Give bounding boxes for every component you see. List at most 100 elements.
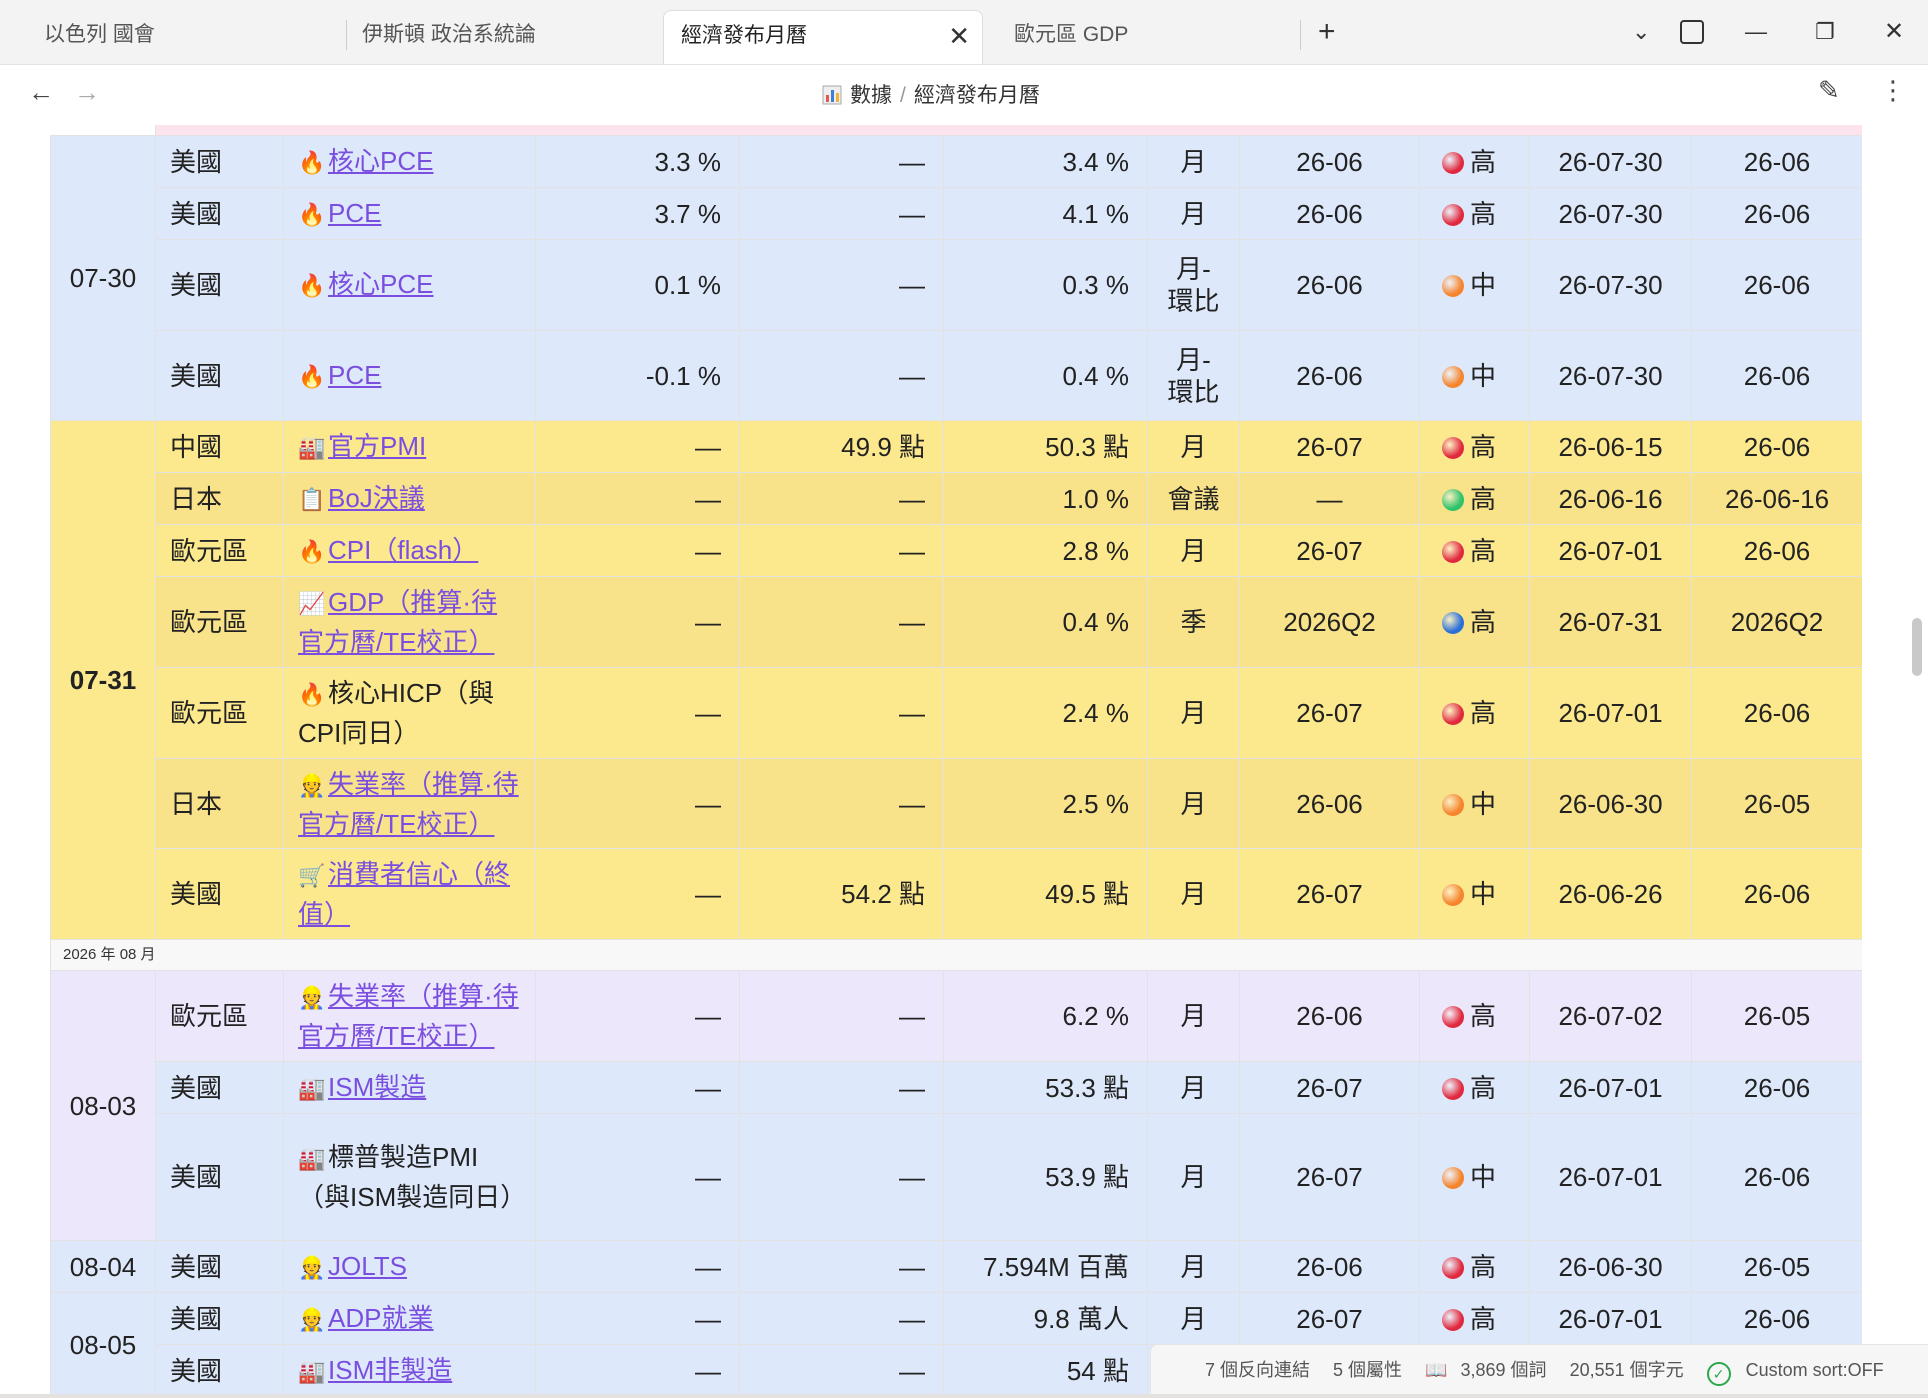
indicator-icon: 👷 [298, 1254, 326, 1280]
close-tab-icon[interactable]: ✕ [948, 11, 970, 61]
forecast-cell: — [739, 1240, 944, 1293]
actual-cell: — [535, 848, 740, 940]
tab-label: 歐元區 GDP [1014, 23, 1129, 46]
impact-dot-icon [1442, 884, 1464, 906]
period-cell: — [1239, 472, 1420, 525]
indicator-cell: 🏭官方PMI [283, 420, 536, 473]
indicator-icon: 🛒 [298, 863, 326, 888]
more-options-icon[interactable]: ⋮ [1880, 75, 1906, 106]
indicator-link[interactable]: 核心PCE [328, 269, 433, 299]
indicator-link[interactable]: 失業率（推算·待官方曆/TE校正） [298, 981, 519, 1051]
nav-bar: ← → 數據 / 經濟發布月曆 ✎ ⋮ [0, 65, 1928, 125]
book-icon[interactable]: 📖 [1425, 1360, 1447, 1380]
sidebar-toggle-icon[interactable] [1680, 20, 1704, 44]
indicator-link[interactable]: 消費者信心（終值） [298, 859, 510, 929]
impact-label: 中 [1470, 788, 1497, 819]
breadcrumb: 數據 / 經濟發布月曆 [822, 79, 1040, 109]
indicator-link[interactable]: ADP就業 [328, 1303, 433, 1333]
tab-easton[interactable]: 伊斯頓 政治系統論 [330, 10, 660, 64]
indicator-cell: 📋BoJ決議 [283, 472, 536, 525]
tab-label: 經濟發布月曆 [681, 24, 807, 47]
indicator-link[interactable]: BoJ決議 [328, 483, 425, 513]
impact-cell: 高 [1419, 472, 1530, 525]
indicator-icon: 🔥 [298, 538, 326, 564]
previous-cell: 53.3 點 [943, 1061, 1148, 1114]
back-arrow-icon[interactable]: ← [28, 77, 54, 108]
next-release-cell: 26-07-30 [1529, 187, 1692, 240]
period-cell: 26-06 [1239, 1240, 1420, 1293]
breadcrumb-folder[interactable]: 數據 [850, 84, 892, 107]
impact-cell: 中 [1419, 330, 1530, 421]
previous-cell: 53.9 點 [943, 1113, 1148, 1241]
tab-econ-calendar[interactable]: 經濟發布月曆 ✕ [663, 10, 983, 64]
forecast-cell: 49.9 點 [739, 420, 944, 473]
reference-period-cell: 2026Q2 [1691, 576, 1862, 668]
period-cell: 26-07 [1239, 1292, 1420, 1345]
edit-pencil-icon[interactable]: ✎ [1818, 75, 1840, 106]
breadcrumb-page[interactable]: 經濟發布月曆 [914, 84, 1040, 107]
indicator-link[interactable]: PCE [328, 198, 381, 228]
next-release-cell: 26-07-30 [1529, 239, 1692, 331]
new-tab-button[interactable]: + [1318, 12, 1336, 52]
indicator-icon: 🏭 [298, 1146, 326, 1171]
minimize-button[interactable]: — [1745, 12, 1767, 52]
indicator-link[interactable]: GDP（推算·待官方曆/TE校正） [298, 587, 497, 657]
actual-cell: 3.3 % [535, 135, 740, 188]
close-window-button[interactable]: ✕ [1884, 12, 1904, 52]
tab-israel-knesset[interactable]: 以色列 國會 [12, 10, 342, 64]
reference-period-cell: 26-06 [1691, 135, 1862, 188]
actual-cell: — [535, 420, 740, 473]
forecast-cell: — [739, 758, 944, 849]
window-bottom-edge [0, 1394, 1928, 1398]
reference-period-cell: 26-06 [1691, 1113, 1862, 1241]
indicator-link[interactable]: PCE [328, 360, 381, 390]
properties-count[interactable]: 5 個屬性 [1333, 1360, 1402, 1380]
indicator-cell: 🔥核心PCE [283, 239, 536, 331]
backlinks-count[interactable]: 7 個反向連結 [1205, 1360, 1310, 1380]
impact-dot-icon [1442, 1006, 1464, 1028]
actual-cell: — [535, 1344, 740, 1397]
frequency-cell: 月-環比 [1147, 330, 1240, 421]
indicator-cell: 🔥PCE [283, 330, 536, 421]
custom-sort-status[interactable]: Custom sort:OFF [1746, 1360, 1884, 1380]
frequency-cell: 會議 [1147, 472, 1240, 525]
next-release-cell: 26-07-01 [1529, 1292, 1692, 1345]
actual-cell: — [535, 667, 740, 759]
period-cell: 26-07 [1239, 1061, 1420, 1114]
indicator-cell: 🔥PCE [283, 187, 536, 240]
period-cell: 26-07 [1239, 667, 1420, 759]
country-cell: 歐元區 [155, 576, 284, 668]
impact-cell: 高 [1419, 1240, 1530, 1293]
frequency-cell: 月 [1147, 1240, 1240, 1293]
indicator-link[interactable]: 核心PCE [328, 146, 433, 176]
tab-list-dropdown-icon[interactable]: ⌄ [1632, 12, 1650, 52]
indicator-link[interactable]: 官方PMI [328, 431, 426, 461]
indicator-link[interactable]: 失業率（推算·待官方曆/TE校正） [298, 769, 519, 839]
table-row: 美國 🏭標普製造PMI（與ISM製造同日） — —53.9 點月 26-07 中 26-07… [51, 1113, 1862, 1241]
forecast-cell: — [739, 667, 944, 759]
reference-period-cell: 26-06 [1691, 420, 1862, 473]
period-cell: 26-06 [1239, 187, 1420, 240]
indicator-link[interactable]: ISM製造 [328, 1072, 426, 1102]
next-release-cell: 26-06-30 [1529, 758, 1692, 849]
table-row: 日本 📋BoJ決議 — —1.0 % 會議 — 高 26-06-16 26-06-16 [51, 472, 1862, 525]
vertical-scrollbar[interactable] [1912, 618, 1922, 676]
country-cell: 日本 [155, 472, 284, 525]
table-row: 07-30 美國 🔥核心PCE 3.3 % —3.4 % 月 26-06 高 26-07-30 2… [50, 135, 1862, 421]
tab-eurozone-gdp[interactable]: 歐元區 GDP [982, 10, 1302, 64]
table-row: 08-03 歐元區 👷失業率（推算·待官方曆/TE校正） — —6.2 % 月 26-06 高… [50, 970, 1862, 1241]
indicator-link[interactable]: ISM非製造 [328, 1355, 452, 1385]
indicator-link[interactable]: CPI（flash） [328, 535, 478, 565]
actual-cell: — [535, 1292, 740, 1345]
forward-arrow-icon[interactable]: → [74, 77, 100, 108]
impact-label: 高 [1470, 1001, 1497, 1031]
indicator-icon: 🏭 [298, 434, 326, 460]
indicator-icon: 🔥 [298, 201, 326, 227]
impact-dot-icon [1442, 1256, 1464, 1279]
indicator-link[interactable]: JOLTS [328, 1251, 407, 1281]
period-cell: 26-07 [1239, 1113, 1420, 1241]
country-cell: 歐元區 [155, 970, 284, 1062]
indicator-cell: 🔥核心HICP（與CPI同日） [283, 667, 536, 759]
restore-button[interactable]: ❐ [1815, 12, 1835, 52]
impact-cell: 中 [1419, 758, 1530, 849]
